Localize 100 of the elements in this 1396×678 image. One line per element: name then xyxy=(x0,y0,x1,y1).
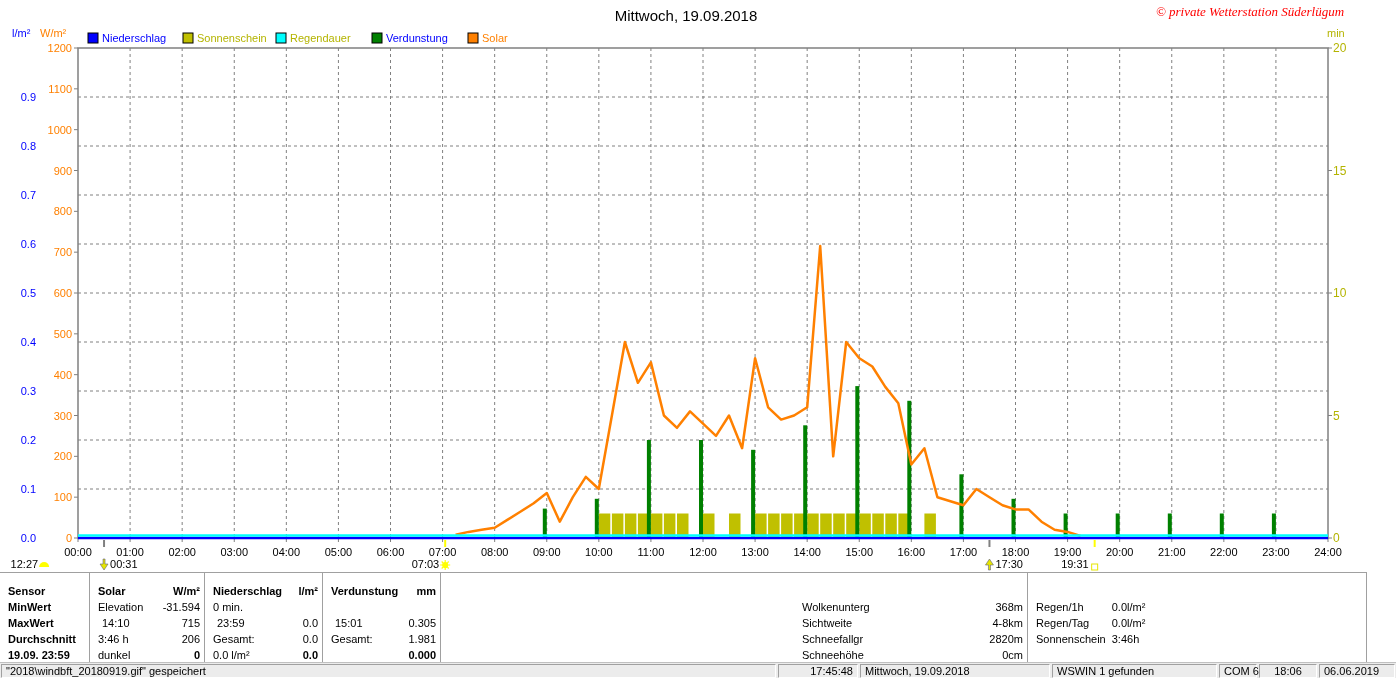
table-cell-text: Gesamt: xyxy=(213,633,256,645)
event-time-label: 17:30 xyxy=(995,558,1023,570)
unit-label: W/m² xyxy=(172,585,200,597)
axis-tick-label: 700 xyxy=(53,246,72,259)
table-cell-text: 0.0 xyxy=(301,633,318,645)
axis-tick-label: 900 xyxy=(53,164,72,177)
axis-tick-label: 05:00 xyxy=(324,546,353,558)
legend-label: Solar xyxy=(482,32,508,44)
row-label: 19.09. 23:59 xyxy=(8,649,71,661)
status-text: 18:06 xyxy=(1259,664,1317,678)
axis-tick-label: 5 xyxy=(1333,408,1340,423)
axis-tick-label: 17:00 xyxy=(949,546,978,558)
row-label: MinWert xyxy=(8,601,53,613)
info-value: 2820m xyxy=(989,633,1023,645)
axis-tick-label: 09:00 xyxy=(533,546,561,558)
unit-label: l/m² xyxy=(298,585,318,597)
status-text: COM 6 xyxy=(1219,664,1257,678)
axis-tick-label: 10 xyxy=(1333,286,1347,300)
axis-tick-label: 20 xyxy=(1333,41,1347,55)
axis-tick-label: 15:00 xyxy=(845,546,873,558)
column-header: Verdunstung xyxy=(331,585,400,597)
table-cell: 1.981 xyxy=(408,633,436,645)
axis-tick-label: 0.6 xyxy=(20,238,36,250)
chart-title: Mittwoch, 19.09.2018 xyxy=(614,7,758,24)
axis-tick-label: 22:00 xyxy=(1210,546,1238,558)
table-cell-text: 3:46 h xyxy=(98,633,130,645)
info-label: Regen/Tag xyxy=(1036,617,1091,629)
event-time-label: 12:27 xyxy=(10,558,39,570)
table-cell-text: 0.0 xyxy=(301,649,318,661)
axis-tick-label: 04:00 xyxy=(272,546,301,558)
legend-label: Sonnenschein xyxy=(197,32,267,44)
table-cell-text: 14:10 xyxy=(101,617,131,629)
table-cell: -31.594 xyxy=(162,601,200,613)
axis-tick-label: 21:00 xyxy=(1158,546,1186,558)
table-cell-text: 0.0 xyxy=(301,617,318,629)
table-cell-text: 0 min. xyxy=(213,601,244,613)
legend-label: Regendauer xyxy=(290,32,351,44)
axis-tick-label: 0.9 xyxy=(20,91,36,103)
axis-tick-label: 06:00 xyxy=(376,546,405,558)
status-text: Mittwoch, 19.09.2018 xyxy=(860,664,1050,678)
axis-tick-label: 18:00 xyxy=(1001,546,1030,558)
info-value: 3:46h xyxy=(1111,633,1141,645)
status-text: 17:45:48 xyxy=(778,664,858,678)
info-label: Schneefallgr xyxy=(802,633,865,645)
axis-tick-label: 0.7 xyxy=(20,189,36,201)
table-cell-text: Elevation xyxy=(98,601,145,613)
status-text: WSWIN 1 gefunden xyxy=(1052,664,1217,678)
row-label: Durchschnitt xyxy=(8,633,77,645)
row-label: MaxWert xyxy=(8,617,55,629)
axis-tick-label: 1100 xyxy=(48,82,72,95)
axis-tick-label: 0.5 xyxy=(20,287,36,299)
info-label: Sichtweite xyxy=(802,617,854,629)
axis-tick-label: 15 xyxy=(1333,163,1347,178)
axis-tick-label: 11:00 xyxy=(637,546,665,558)
column-header: Niederschlag xyxy=(213,585,284,597)
axis-tick-label: 24:00 xyxy=(1314,546,1342,558)
table-cell-text: 0.0 l/m² xyxy=(213,649,251,661)
table-cell-text: 23:59 xyxy=(216,617,246,629)
axis-tick-label: 0.1 xyxy=(20,483,36,495)
axis-tick-label: 100 xyxy=(53,491,72,504)
legend-label: Niederschlag xyxy=(102,32,167,44)
event-time-label: 19:31 xyxy=(1061,558,1089,570)
copyright-text: © private Wetterstation Süderlügum xyxy=(1155,4,1345,19)
axis-tick-label: 00:00 xyxy=(64,546,92,558)
axis-tick-label: 0.2 xyxy=(20,434,36,446)
info-value: 0.0l/m² xyxy=(1111,601,1147,613)
table-cell-text: 15:01 xyxy=(334,617,364,629)
axis-tick-label: 0.3 xyxy=(20,385,36,397)
axis-tick-label: 600 xyxy=(53,287,72,299)
axis-tick-label: 19:00 xyxy=(1053,546,1082,558)
table-cell-text: dunkel xyxy=(98,649,132,661)
column-header: Solar xyxy=(98,585,127,597)
axis-tick-label: 23:00 xyxy=(1262,546,1290,558)
info-value: 0cm xyxy=(1001,649,1023,661)
axis-tick-label: 0.4 xyxy=(20,336,36,348)
axis-tick-label: 200 xyxy=(53,450,72,463)
legend-label: Verdunstung xyxy=(386,32,448,44)
axis-tick-label: 0.8 xyxy=(20,140,36,152)
axis-tick-label: 10:00 xyxy=(585,546,613,558)
unit-label: mm xyxy=(415,585,436,597)
axis-unit-label: min xyxy=(1327,27,1345,39)
row-label: Sensor xyxy=(8,585,47,597)
axis-tick-label: 16:00 xyxy=(897,546,926,558)
info-value: 0.0l/m² xyxy=(1111,617,1147,629)
axis-unit-label: W/m² xyxy=(40,27,67,39)
status-text: 06.06.2019 xyxy=(1319,664,1395,678)
axis-tick-label: 12:00 xyxy=(689,546,717,558)
axis-tick-label: 1200 xyxy=(47,42,72,54)
axis-tick-label: 400 xyxy=(53,368,72,381)
info-label: Sonnenschein xyxy=(1036,633,1106,645)
info-value: 368m xyxy=(994,601,1023,613)
event-time-label: 00:31 xyxy=(110,558,138,570)
info-value: 4-8km xyxy=(991,617,1023,629)
axis-tick-label: 500 xyxy=(53,327,72,340)
axis-tick-label: 20:00 xyxy=(1105,546,1134,558)
axis-tick-label: 800 xyxy=(53,205,72,218)
axis-tick-label: 1000 xyxy=(47,123,72,136)
axis-tick-label: 01:00 xyxy=(116,546,144,558)
status-text: "2018\windbft_20180919.gif" gespeichert xyxy=(1,664,776,678)
table-cell-text: 715 xyxy=(180,617,200,629)
